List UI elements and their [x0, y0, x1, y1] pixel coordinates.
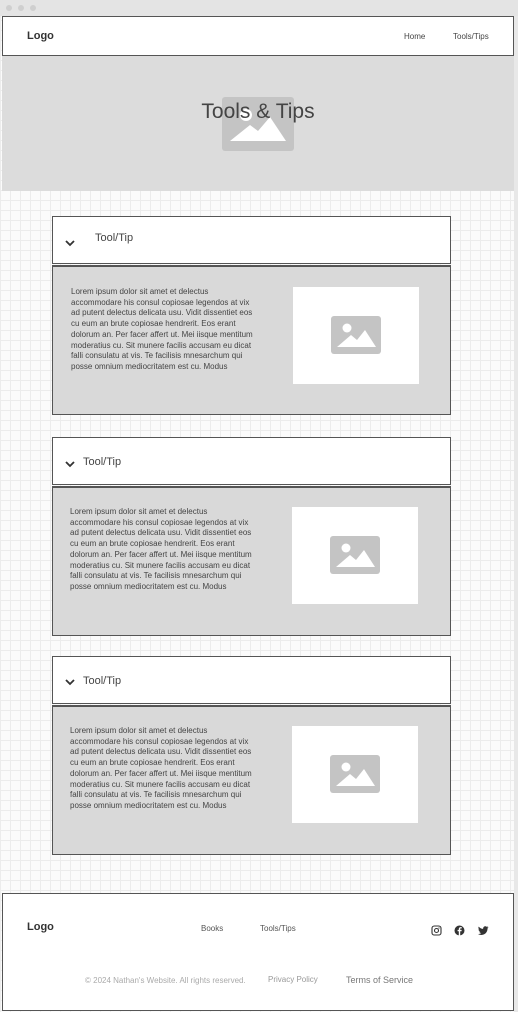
image-placeholder [293, 287, 419, 384]
accordion-body-text: Lorem ipsum dolor sit amet et delectus a… [70, 507, 252, 591]
accordion-header[interactable]: Tool/Tip [52, 437, 451, 485]
scrollbar[interactable] [514, 16, 518, 1012]
hero-banner: Tools & Tips [2, 56, 514, 191]
footer-logo[interactable]: Logo [27, 921, 54, 933]
accordion-title: Tool/Tip [95, 232, 134, 244]
browser-chrome [0, 0, 518, 16]
nav-home-link[interactable]: Home [404, 32, 425, 41]
accordion-panel: Lorem ipsum dolor sit amet et delectus a… [52, 265, 451, 415]
chevron-down-icon[interactable] [64, 457, 76, 469]
accordion-body-text: Lorem ipsum dolor sit amet et delectus a… [70, 726, 252, 810]
facebook-icon[interactable] [454, 923, 465, 936]
twitter-icon[interactable] [478, 923, 489, 935]
footer-tools-tips-link[interactable]: Tools/Tips [260, 924, 296, 933]
accordion-panel: Lorem ipsum dolor sit amet et delectus a… [52, 486, 451, 636]
image-placeholder-icon [330, 536, 380, 574]
privacy-policy-link[interactable]: Privacy Policy [268, 975, 318, 984]
header-logo[interactable]: Logo [27, 30, 54, 42]
image-placeholder [292, 507, 418, 604]
window-dot [30, 5, 36, 11]
footer-books-link[interactable]: Books [201, 924, 223, 933]
accordion-title: Tool/Tip [83, 456, 122, 468]
copyright-text: © 2024 Nathan's Website. All rights rese… [85, 976, 246, 985]
terms-of-service-link[interactable]: Terms of Service [346, 975, 413, 985]
nav-tools-tips-link[interactable]: Tools/Tips [453, 32, 489, 41]
accordion-header[interactable]: Tool/Tip [52, 656, 451, 704]
accordion-body-text: Lorem ipsum dolor sit amet et delectus a… [71, 287, 253, 371]
accordion-title: Tool/Tip [83, 675, 122, 687]
chevron-down-icon[interactable] [64, 236, 76, 248]
instagram-icon[interactable] [431, 923, 442, 936]
accordion-header[interactable]: Tool/Tip [52, 216, 451, 264]
image-placeholder-icon [330, 755, 380, 793]
accordion-panel: Lorem ipsum dolor sit amet et delectus a… [52, 705, 451, 855]
window-dot [18, 5, 24, 11]
page-title: Tools & Tips [201, 100, 315, 123]
image-placeholder-icon [331, 316, 381, 354]
site-header: Logo Home Tools/Tips [2, 16, 514, 56]
window-dot [6, 5, 12, 11]
site-footer: Logo Books Tools/Tips © 2024 Nathan's We… [2, 893, 514, 1011]
image-placeholder [292, 726, 418, 823]
chevron-down-icon[interactable] [64, 675, 76, 687]
